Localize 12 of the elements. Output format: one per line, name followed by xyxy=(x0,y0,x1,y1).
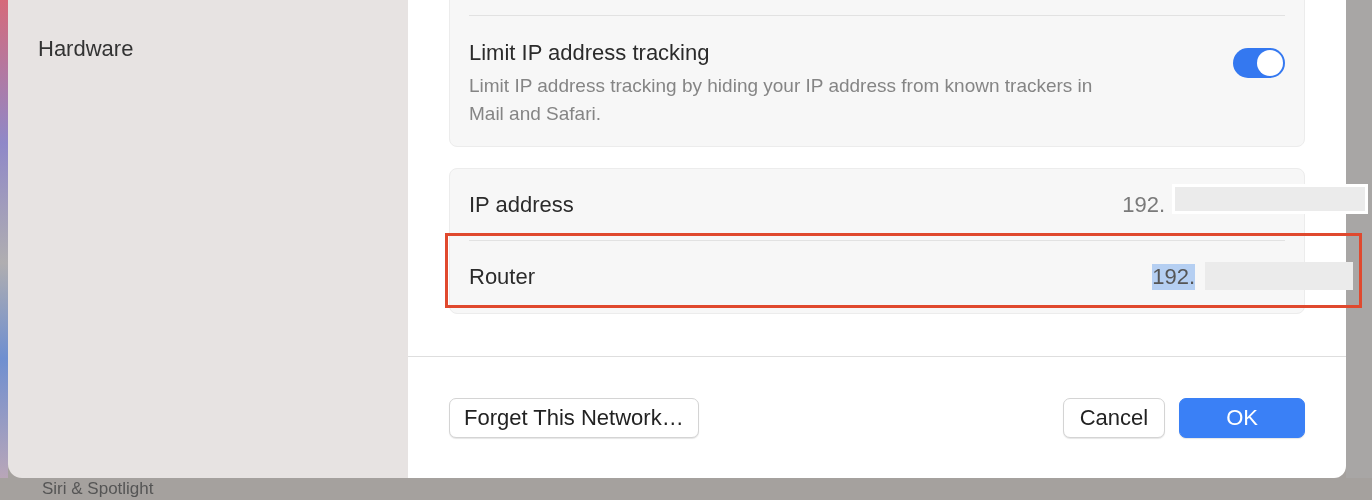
sidebar-item[interactable]: Hardware xyxy=(38,36,408,62)
dialog-button[interactable]: Forget This Network… xyxy=(449,398,699,438)
ok-button[interactable]: OK xyxy=(1179,398,1305,438)
setting-title: Limit IP address tracking xyxy=(469,40,711,66)
detail-value: 192. xyxy=(1122,191,1165,218)
detail-value: 192. xyxy=(1152,264,1195,290)
detail-label: Router xyxy=(469,264,536,290)
dialog-button[interactable]: Cancel xyxy=(1062,398,1166,438)
detail-label: IP address xyxy=(469,191,574,218)
setting-description: Limit IP address tracking by hiding your IP address from known trackers in Mail and Safari. xyxy=(469,74,1094,126)
toggle-switch[interactable] xyxy=(1233,48,1285,78)
background-item: Siri & Spotlight xyxy=(42,479,154,498)
